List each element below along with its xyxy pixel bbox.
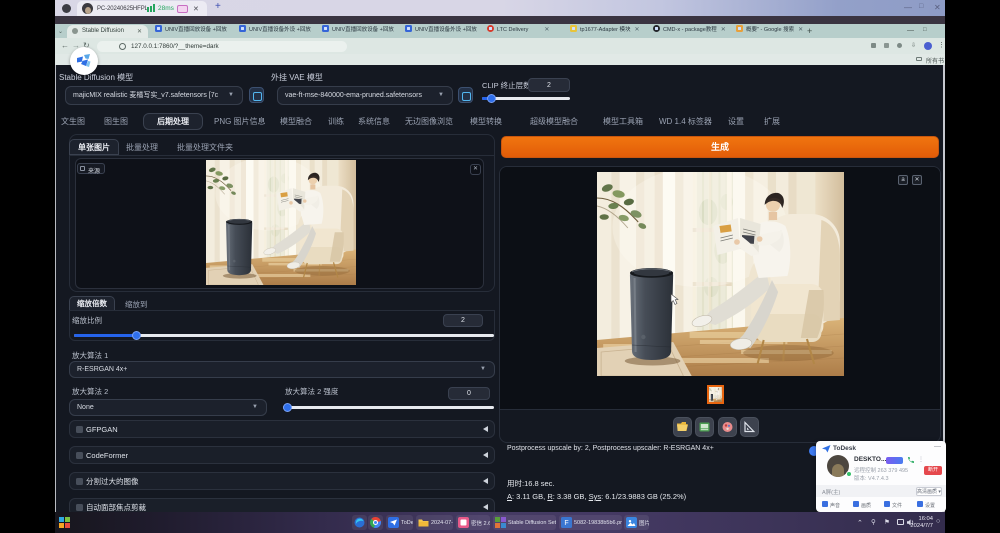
svg-text:F: F [564,520,568,527]
